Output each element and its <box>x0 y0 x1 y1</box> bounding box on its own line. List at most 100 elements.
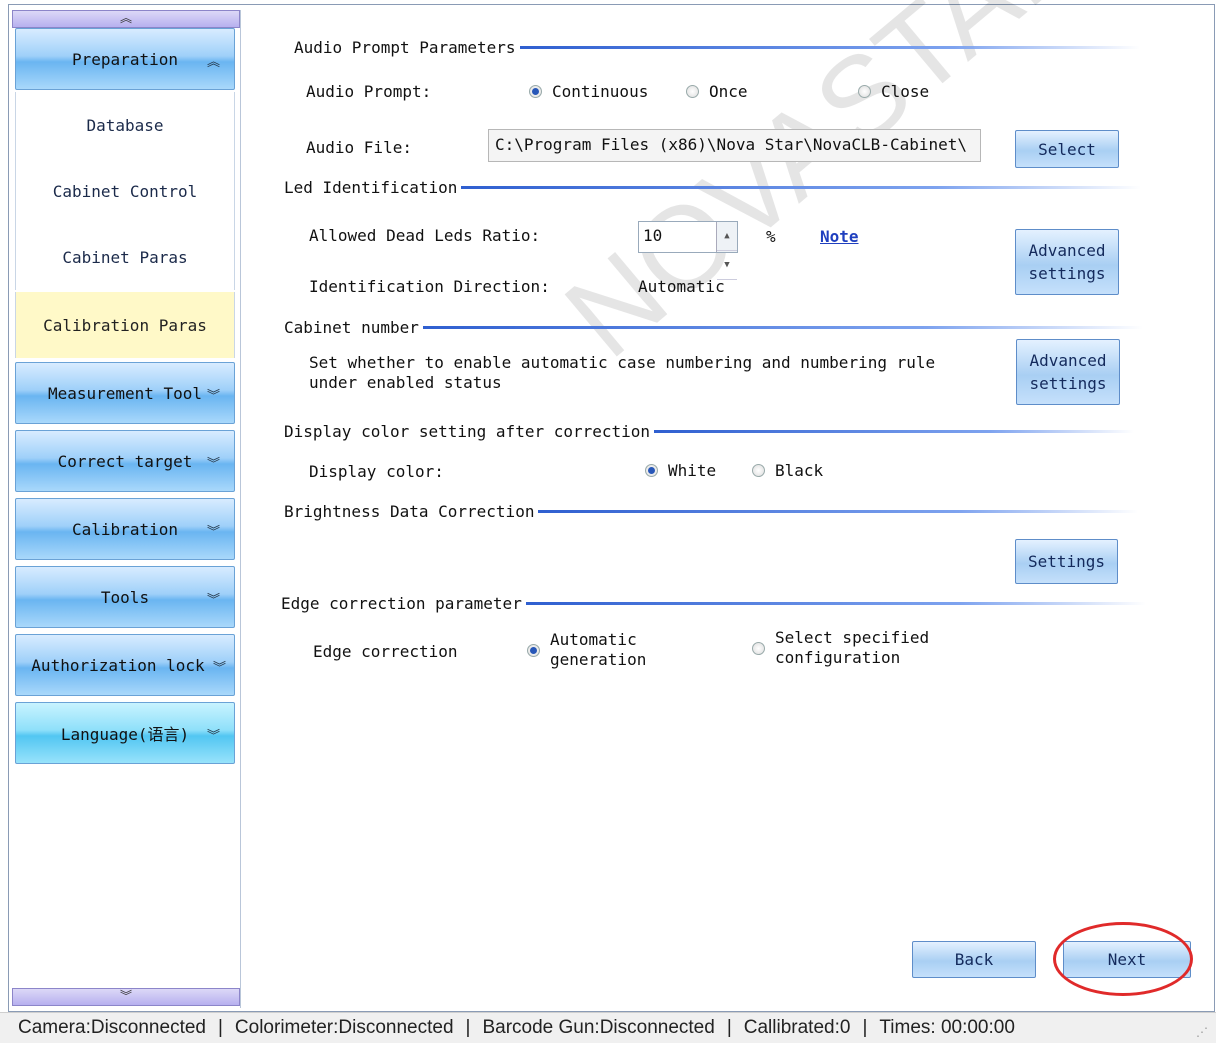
section-title: Brightness Data Correction <box>284 502 535 521</box>
radio-select-specified[interactable]: Select specified configuration <box>752 628 955 668</box>
sidebar-item-cabinet-paras[interactable]: Cabinet Paras <box>15 224 235 290</box>
double-chevron-down-icon: ︾ <box>206 729 220 744</box>
next-button[interactable]: Next <box>1063 941 1191 978</box>
audio-prompt-label: Audio Prompt: <box>306 82 432 101</box>
led-advanced-settings-button[interactable]: Advanced settings <box>1015 229 1119 295</box>
sidebar-item-calibration-paras[interactable]: Calibration Paras <box>15 292 235 358</box>
cabinet-advanced-settings-button[interactable]: Advanced settings <box>1016 339 1120 405</box>
nav-preparation[interactable]: Preparation ︽ <box>15 28 235 90</box>
section-divider <box>525 602 1146 605</box>
radio-once[interactable]: Once <box>686 82 748 101</box>
radio-continuous[interactable]: Continuous <box>529 82 648 101</box>
radio-black[interactable]: Black <box>752 461 823 480</box>
nav-label: Preparation <box>72 49 178 69</box>
double-chevron-down-icon: ︾ <box>206 389 220 404</box>
sidebar-item-label: Database <box>86 115 164 135</box>
sidebar-item-label: Calibration Paras <box>43 315 207 335</box>
radio-selected-icon <box>529 85 542 98</box>
radio-label: Automatic generation <box>550 630 647 669</box>
percent-label: % <box>766 227 776 246</box>
note-link[interactable]: Note <box>820 227 859 246</box>
radio-selected-icon <box>527 643 540 657</box>
double-chevron-down-icon: ︾ <box>119 989 132 1003</box>
double-chevron-down-icon: ︾ <box>206 593 220 608</box>
radio-label: Select specified configuration <box>775 628 930 667</box>
section-display-color: Display color setting after correction <box>284 422 1135 441</box>
radio-label: Close <box>881 82 930 101</box>
arrow-down-icon[interactable]: ▼ <box>717 251 737 280</box>
section-edge-correction: Edge correction parameter <box>281 594 1146 613</box>
radio-white[interactable]: White <box>645 461 716 480</box>
radio-icon <box>686 85 699 98</box>
edge-correction-label: Edge correction <box>313 642 458 661</box>
double-chevron-down-icon: ︾ <box>212 661 226 676</box>
calibrated-status: Callibrated:0 <box>743 1017 851 1038</box>
nav-tools[interactable]: Tools ︾ <box>15 566 235 628</box>
nav-label: Authorization lock <box>31 655 205 675</box>
radio-label: White <box>668 461 717 480</box>
scroll-up-button[interactable]: ︽ <box>12 10 240 28</box>
audio-file-input[interactable]: C:\Program Files (x86)\Nova Star\NovaCLB… <box>488 129 981 162</box>
brightness-settings-button[interactable]: Settings <box>1015 539 1118 584</box>
select-button[interactable]: Select <box>1015 130 1119 168</box>
back-button[interactable]: Back <box>912 941 1036 978</box>
identification-direction-value: Automatic <box>638 277 725 296</box>
radio-icon <box>752 464 765 477</box>
arrow-up-icon[interactable]: ▲ <box>717 222 737 251</box>
dead-leds-ratio-stepper[interactable]: 10 ▲ ▼ <box>638 221 738 280</box>
radio-close[interactable]: Close <box>858 82 929 101</box>
double-chevron-up-icon: ︽ <box>119 11 132 25</box>
double-chevron-up-icon: ︽ <box>206 55 220 70</box>
section-divider <box>461 186 1142 189</box>
dead-leds-ratio-label: Allowed Dead Leds Ratio: <box>309 226 541 245</box>
audio-file-label: Audio File: <box>306 138 412 157</box>
display-color-label: Display color: <box>309 462 444 481</box>
sidebar-item-cabinet-control[interactable]: Cabinet Control <box>15 158 235 224</box>
sidebar-item-database[interactable]: Database <box>15 92 235 158</box>
nav-calibration[interactable]: Calibration ︾ <box>15 498 235 560</box>
section-brightness-correction: Brightness Data Correction <box>284 502 1139 521</box>
radio-selected-icon <box>645 464 658 477</box>
status-bar: Camera:Disconnected | Colorimeter:Disconn… <box>0 1012 1216 1043</box>
section-led-identification: Led Identification <box>284 178 1142 197</box>
section-title: Led Identification <box>284 178 458 197</box>
nav-label: Measurement Tool <box>47 383 203 403</box>
double-chevron-down-icon: ︾ <box>206 457 220 472</box>
section-audio-prompt: Audio Prompt Parameters <box>294 38 1140 57</box>
radio-label: Black <box>775 461 824 480</box>
nav-label: Correct target <box>57 451 193 471</box>
scroll-down-button[interactable]: ︾ <box>12 988 240 1006</box>
barcode-status: Barcode Gun:Disconnected <box>482 1017 715 1038</box>
section-divider <box>654 430 1135 433</box>
nav-measurement-tool[interactable]: Measurement Tool ︾ <box>15 362 235 424</box>
nav-language[interactable]: Language(语言) ︾ <box>15 702 235 764</box>
camera-status: Camera:Disconnected <box>18 1017 206 1038</box>
section-title: Audio Prompt Parameters <box>294 38 516 57</box>
nav-authorization-lock[interactable]: Authorization lock ︾ <box>15 634 235 696</box>
section-divider <box>519 46 1140 49</box>
nav-correct-target[interactable]: Correct target ︾ <box>15 430 235 492</box>
sidebar: ︽ Preparation ︽ Database Cabinet Control… <box>10 10 241 1008</box>
sidebar-item-label: Cabinet Paras <box>62 247 188 267</box>
radio-automatic-generation[interactable]: Automatic generation <box>527 630 660 670</box>
sidebar-item-label: Cabinet Control <box>52 181 198 201</box>
nav-label: Calibration <box>72 519 178 539</box>
radio-label: Once <box>709 82 748 101</box>
section-cabinet-number: Cabinet number <box>284 318 1143 337</box>
stepper-value: 10 <box>643 226 663 245</box>
cabinet-number-description: Set whether to enable automatic case num… <box>309 353 936 392</box>
radio-icon <box>752 641 765 655</box>
times-status: Times: 00:00:00 <box>879 1017 1015 1038</box>
stepper-arrows[interactable]: ▲ ▼ <box>716 222 737 280</box>
identification-direction-label: Identification Direction: <box>309 277 550 296</box>
nav-label: Language(语言) <box>60 725 190 744</box>
colorimeter-status: Colorimeter:Disconnected <box>234 1017 454 1038</box>
section-title: Cabinet number <box>284 318 419 337</box>
section-divider <box>422 326 1143 329</box>
radio-icon <box>858 85 871 98</box>
section-title: Edge correction parameter <box>281 594 522 613</box>
section-divider <box>538 510 1139 513</box>
resize-grip-icon[interactable]: ⋰ <box>1196 1025 1208 1039</box>
section-title: Display color setting after correction <box>284 422 651 441</box>
nav-label: Tools <box>100 587 150 607</box>
